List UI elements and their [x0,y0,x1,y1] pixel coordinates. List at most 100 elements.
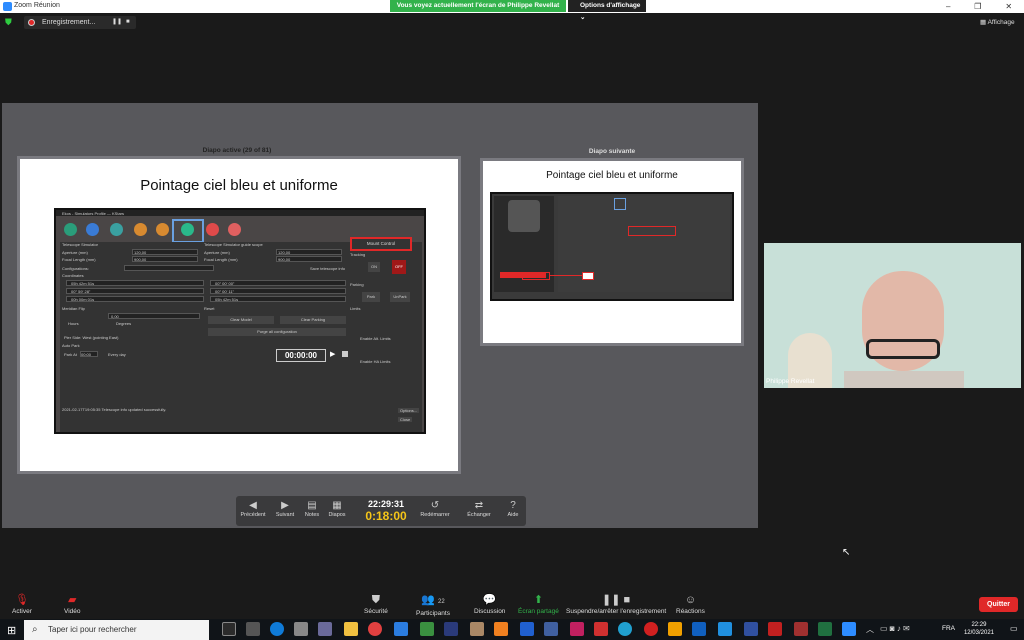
timer-display: 00:00:00 [276,349,326,362]
minimize-button[interactable]: – [946,0,950,13]
guide-aperture-label: Aperture (mm) [204,250,230,255]
photoshop-icon[interactable] [444,622,458,636]
excel-icon[interactable] [818,622,832,636]
participant-video[interactable] [764,243,1021,388]
dropbox-icon[interactable] [520,622,534,636]
slides-button[interactable]: ▦ Diapos [322,500,352,518]
coordinates-label: Coordinates [62,273,84,278]
participants-button[interactable]: 👥 22 Participants [416,592,450,617]
tray-chevron-icon[interactable]: ︿ [866,624,874,635]
tracking-off: OFF [392,260,406,274]
taskbar-app-icon[interactable] [470,622,484,636]
restart-label: Redémarrer [420,512,450,518]
taskbar-app-icon[interactable] [794,622,808,636]
selected-module-thumb [614,198,626,210]
next-icon: ▶ [281,500,289,511]
chat-button[interactable]: 💬 Discussion [474,592,505,615]
edge-icon[interactable] [270,622,284,636]
task-view-icon[interactable] [222,622,236,636]
leave-button[interactable]: Quitter [979,597,1018,612]
taskbar-date: 12/03/2021 [963,630,994,636]
security-button[interactable]: ⛊ Sécurité [364,592,388,615]
close-button[interactable]: ✕ [1005,0,1012,13]
outlook-icon[interactable] [692,622,706,636]
zoom-app-icon [3,2,12,11]
glasses-icon [866,339,940,359]
guide-aperture-field: 120,00 [276,249,342,255]
reset-label: Reset [204,306,215,311]
shield-icon[interactable]: ⛊ [5,17,15,28]
vlc-icon[interactable] [494,622,508,636]
callout-box-right [582,272,594,280]
tray-icons[interactable]: ▭ ◙ ♪ ✉ [880,624,910,633]
stop-recording-button[interactable]: ■ [126,16,130,29]
meridian-label: Meridian Flip [62,306,85,311]
ekos-title: Ekos - Simulators Profile — KStars [62,211,125,216]
pause-share-button[interactable]: ❚❚ ■ Suspendre/arrêter l'enregistrement [566,592,666,615]
restart-button[interactable]: ↺ Redémarrer [418,500,452,518]
store-icon[interactable] [318,622,332,636]
ha-field: 00h 00m 01s [66,296,204,302]
file-explorer-icon[interactable] [344,622,358,636]
mount-control-thumb [628,226,676,236]
taskbar-clock[interactable]: 22:29 12/03/2021 [964,621,994,637]
taskbar-app-icon[interactable] [246,622,260,636]
taskbar-app-icon[interactable] [594,622,608,636]
taskbar-app-icon[interactable] [668,622,682,636]
guide-focal-label: Focal Length (mm) [204,257,238,262]
share-screen-button[interactable]: ⬆ Écran partagé [518,592,559,615]
layout-view-button[interactable]: ▦ Affichage [980,18,1015,26]
close-label: Close [398,417,413,422]
reactions-label: Réactions [676,608,705,615]
mount-control-highlight: Mount Control [350,237,412,251]
alt-field: 00° 00' 11" [210,288,346,294]
windows-start-icon[interactable]: ⊞ [7,624,16,637]
elapsed-time: 0:18:00 [365,509,407,523]
guide-focal-field: 900,00 [276,256,342,262]
taskbar-app-icon[interactable] [718,622,732,636]
previous-button[interactable]: ◀ Précédent [238,500,268,518]
video-button[interactable]: ▰ Vidéo [64,592,81,615]
taskbar-app-icon[interactable] [768,622,782,636]
opera-icon[interactable] [644,622,658,636]
participants-label: Participants [416,610,450,617]
swap-button[interactable]: ⇄ Échanger [464,500,494,518]
telescope-label: Telescope Simulator [62,242,99,247]
options-label: Options... [398,408,420,413]
unmute-button[interactable]: 🎙 Activer [12,592,32,615]
taskbar-app-icon[interactable] [570,622,584,636]
mouse-cursor-icon: ↖ [842,547,851,558]
current-slide: Pointage ciel bleu et uniforme Ekos - Si… [17,156,461,474]
taskbar-app-icon[interactable] [744,622,758,636]
taskbar-app-icon[interactable] [294,622,308,636]
recording-label: Enregistrement... [42,19,96,26]
window-title: Zoom Réunion [14,2,60,9]
microphone-muted-icon: 🎙 [14,594,29,606]
taskbar-app-icon[interactable] [618,622,632,636]
taskbar-search[interactable]: ⌕ Taper ici pour rechercher [24,620,209,640]
notifications-icon[interactable]: ▭ [1010,624,1018,633]
record-dot-icon [28,19,35,26]
configurations-label: Configurations: [62,266,89,271]
mount-module-icon [181,223,194,236]
help-button[interactable]: ? Aide [500,500,526,518]
pier-label: Pier Side: West (pointing East) [64,335,119,340]
unmute-label: Activer [12,608,32,615]
next-slide-caption: Diapo suivante [588,148,636,155]
video-label: Vidéo [64,608,81,615]
pause-recording-button[interactable]: ❚❚ [112,16,122,29]
maximize-button[interactable]: ❐ [974,0,981,13]
taskbar-app-icon[interactable] [420,622,434,636]
taskbar-app-icon[interactable] [544,622,558,636]
zoom-taskbar-icon[interactable] [842,622,856,636]
mail-icon[interactable] [394,622,408,636]
share-screen-label: Écran partagé [518,608,559,615]
parking-label: Parking [350,282,364,287]
next-button[interactable]: ▶ Suivant [270,500,300,518]
slide-title: Pointage ciel bleu et uniforme [140,177,338,194]
reactions-button[interactable]: ☺ Réactions [676,592,705,615]
chrome-icon[interactable] [368,622,382,636]
view-options-button[interactable]: Options d'affichage ⌄ [568,0,646,21]
autopark-label: Auto Park [62,343,80,348]
language-indicator[interactable]: FRA [942,625,955,632]
